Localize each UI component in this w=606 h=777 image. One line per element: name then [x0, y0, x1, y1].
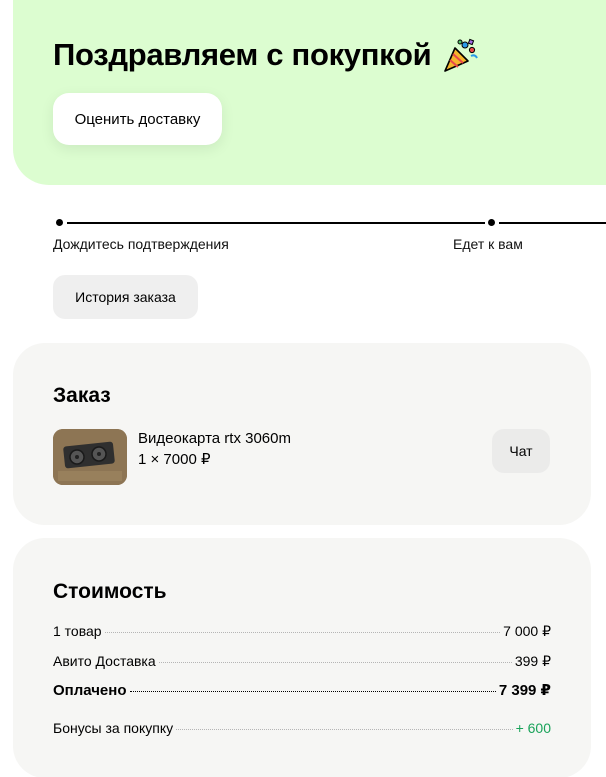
order-title: Заказ [53, 384, 111, 407]
order-progress: Дождитесь подтверждения Едет к вам [53, 214, 606, 254]
page-title: Поздравляем с покупкой [53, 37, 432, 72]
chat-button[interactable]: Чат [492, 429, 550, 473]
hero-title-row: Поздравляем с покупкой [53, 36, 479, 74]
dotted-leader [176, 729, 513, 730]
hero-banner: Поздравляем с покупкой Оценить доставку [13, 0, 606, 185]
item-quantity-price: 1 × 7000 ₽ [138, 451, 211, 468]
bonus-value: + 600 [515, 720, 551, 736]
progress-dot-2 [488, 219, 495, 226]
cost-row-label: Авито Доставка [53, 653, 156, 669]
progress-segment-1 [67, 221, 485, 224]
cost-row-delivery: Авито Доставка 399 ₽ [53, 653, 551, 670]
rate-delivery-button[interactable]: Оценить доставку [53, 93, 222, 145]
cost-row-value: 7 399 ₽ [498, 682, 551, 699]
cost-row-value: 7 000 ₽ [503, 623, 551, 639]
item-name[interactable]: Видеокарта rtx 3060m [138, 430, 291, 447]
cost-title: Стоимость [53, 580, 167, 603]
cost-row-value: 399 ₽ [514, 653, 551, 669]
dotted-leader [104, 632, 501, 633]
cost-row-items: 1 товар 7 000 ₽ [53, 623, 551, 640]
dotted-leader [129, 691, 496, 692]
progress-step-1-label: Дождитесь подтверждения [53, 236, 229, 252]
cost-row-label: 1 товар [53, 623, 102, 639]
dotted-leader [158, 662, 512, 663]
progress-step-2-label: Едет к вам [453, 236, 523, 252]
cost-row-paid: Оплачено 7 399 ₽ [53, 681, 551, 699]
progress-dot-1 [56, 219, 63, 226]
progress-segment-2 [499, 221, 606, 224]
order-history-button[interactable]: История заказа [53, 275, 198, 319]
cost-row-bonus: Бонусы за покупку + 600 [53, 720, 551, 736]
cost-row-label: Бонусы за покупку [53, 720, 174, 736]
party-popper-icon [441, 36, 479, 74]
cost-row-label: Оплачено [53, 682, 127, 699]
graphics-card-photo[interactable] [53, 429, 127, 485]
order-card: Заказ Видеокарта rtx 3060m 1 × 7000 ₽ Ча… [13, 343, 591, 525]
cost-card: Стоимость 1 товар 7 000 ₽ Авито Доставка… [13, 538, 591, 777]
